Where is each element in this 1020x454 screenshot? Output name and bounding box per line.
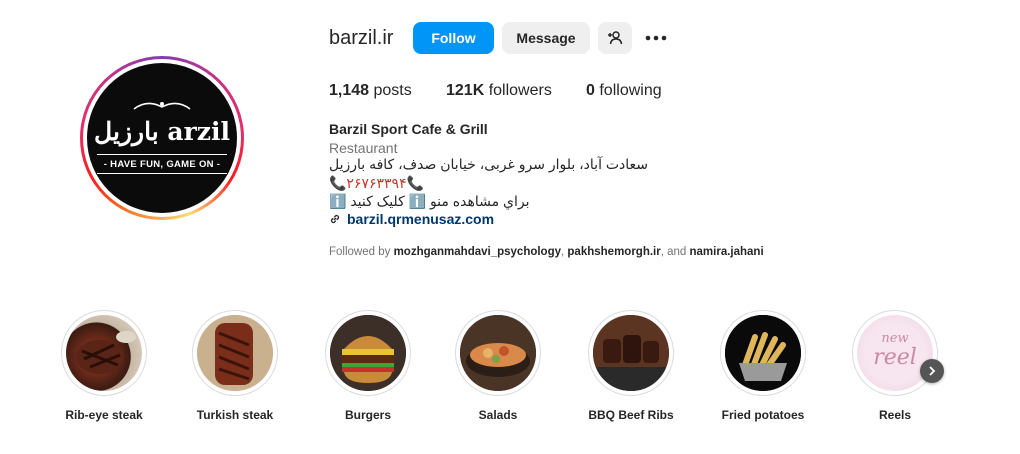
- posts-count: 1,148: [329, 82, 370, 99]
- profile-website-link[interactable]: barzil.qrmenusaz.com: [329, 211, 494, 227]
- highlight-thumbnail: [197, 315, 273, 391]
- highlight-thumbnail: [66, 315, 142, 391]
- followed-by-user[interactable]: pakhshemorgh.ir: [567, 246, 660, 258]
- profile-avatar-ring[interactable]: بارزیل arzil - HAVE FUN, GAME ON -: [80, 56, 244, 220]
- highlight-label: Reels: [878, 408, 912, 422]
- profile-full-name: Barzil Sport Cafe & Grill: [329, 121, 488, 137]
- highlight-bbq-beef-ribs[interactable]: BBQ Beef Ribs: [561, 310, 701, 422]
- more-options-icon: [645, 35, 667, 41]
- followers-stat[interactable]: 121K followers: [446, 82, 552, 100]
- logo-tagline: - HAVE FUN, GAME ON -: [103, 159, 221, 170]
- logo-divider: [97, 154, 227, 155]
- highlight-ring: [61, 310, 147, 396]
- followed-by-prefix: Followed by: [329, 246, 391, 258]
- posts-count-stat: 1,148 posts: [329, 82, 412, 100]
- highlight-thumbnail: [460, 315, 536, 391]
- message-button[interactable]: Message: [502, 22, 590, 54]
- highlight-thumbnail: [725, 315, 801, 391]
- following-label: following: [599, 82, 662, 99]
- following-count: 0: [586, 82, 595, 99]
- add-user-button[interactable]: [598, 22, 632, 54]
- bio-menu-note: براي مشاهده منو ℹ️ کلیک کنید ℹ️: [329, 193, 530, 209]
- highlight-rib-eye-steak[interactable]: Rib-eye steak: [34, 310, 174, 422]
- add-user-icon: [608, 31, 623, 45]
- highlight-label: Turkish steak: [196, 408, 274, 422]
- profile-username: barzil.ir: [329, 27, 394, 49]
- highlight-burgers[interactable]: Burgers: [298, 310, 438, 422]
- highlight-ring: [325, 310, 411, 396]
- highlight-ring: new reel: [852, 310, 938, 396]
- highlight-reels[interactable]: new reel Reels: [825, 310, 965, 422]
- followers-label: followers: [488, 82, 552, 99]
- more-options-button[interactable]: [644, 27, 668, 49]
- highlight-ring: [455, 310, 541, 396]
- highlight-label: Salads: [478, 408, 518, 422]
- followed-by-text[interactable]: Followed by mozhganmahdavi_psychology, p…: [329, 246, 764, 258]
- ribs-icon: [593, 315, 669, 391]
- highlight-label: BBQ Beef Ribs: [588, 408, 674, 422]
- link-icon: [330, 214, 340, 224]
- followers-count: 121K: [446, 82, 485, 99]
- bio-address: سعادت آباد، بلوار سرو غربی، خیابان صدف، …: [329, 156, 649, 172]
- website-text: barzil.qrmenusaz.com: [347, 211, 495, 227]
- highlight-ring: [588, 310, 674, 396]
- reels-thumb-new: new: [881, 331, 909, 346]
- fries-icon: [725, 315, 801, 391]
- logo-divider: [97, 173, 227, 174]
- highlight-ring: [720, 310, 806, 396]
- followed-by-separator: , and: [660, 246, 690, 258]
- highlight-thumbnail: [593, 315, 669, 391]
- bio-phone: 📞۲۶۷۶۳۳۹۴📞: [329, 175, 425, 191]
- posts-label: posts: [373, 82, 412, 99]
- highlight-turkish-steak[interactable]: Turkish steak: [165, 310, 305, 422]
- highlight-label: Fried potatoes: [721, 408, 805, 422]
- highlight-fried-potatoes[interactable]: Fried potatoes: [693, 310, 833, 422]
- follow-button[interactable]: Follow: [413, 22, 494, 54]
- followed-by-user[interactable]: namira.jahani: [690, 246, 764, 258]
- following-stat[interactable]: 0 following: [586, 82, 662, 100]
- salad-icon: [460, 315, 536, 391]
- highlight-label: Rib-eye steak: [65, 408, 143, 422]
- highlight-thumbnail: new reel: [857, 315, 933, 391]
- highlights-next-button[interactable]: [920, 359, 944, 383]
- followed-by-user[interactable]: mozhganmahdavi_psychology: [394, 246, 561, 258]
- profile-avatar[interactable]: بارزیل arzil - HAVE FUN, GAME ON -: [87, 63, 237, 213]
- highlight-label: Burgers: [344, 408, 391, 422]
- steak-icon: [76, 331, 136, 374]
- logo-text: بارزیل arzil: [94, 117, 230, 146]
- steak-icon: [197, 315, 273, 391]
- profile-category: Restaurant: [329, 140, 398, 156]
- highlight-ring: [192, 310, 278, 396]
- burger-icon: [330, 315, 406, 391]
- highlight-thumbnail: [330, 315, 406, 391]
- highlight-salads[interactable]: Salads: [428, 310, 568, 422]
- logo-flourish-icon: [133, 102, 191, 110]
- chevron-right-icon: [929, 366, 936, 376]
